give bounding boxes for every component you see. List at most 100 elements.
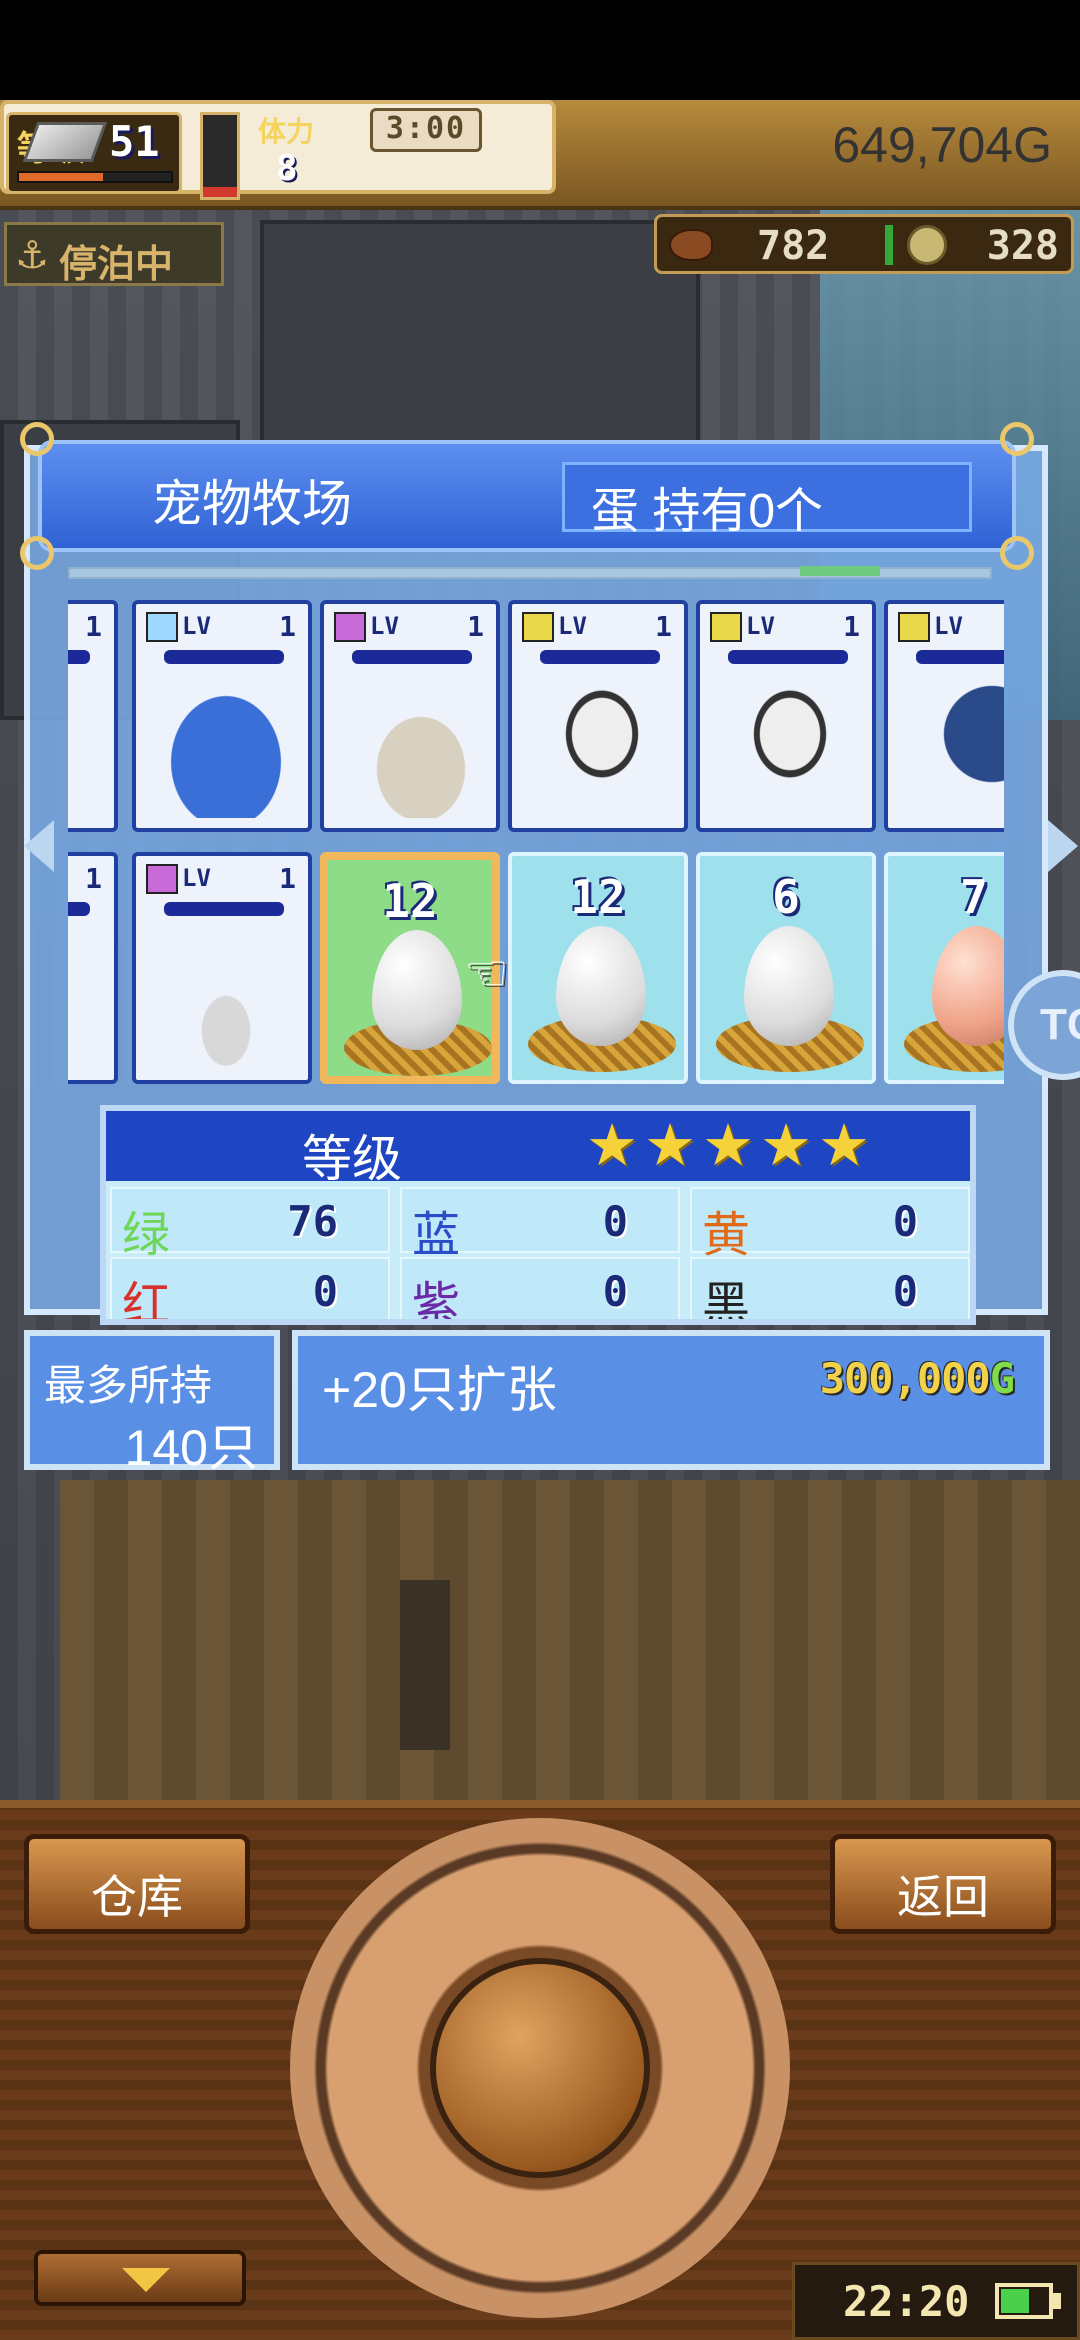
- egg-card[interactable]: 12: [508, 852, 688, 1084]
- scroll-left-arrow[interactable]: [24, 820, 54, 872]
- back-button[interactable]: 返回: [830, 1834, 1056, 1934]
- pet-name-bar: [164, 902, 284, 916]
- level-tag: LV1: [68, 610, 106, 646]
- expand-price-currency: G: [989, 1354, 1015, 1403]
- coin-icon: [907, 225, 947, 265]
- battery-fill: [1001, 2289, 1029, 2313]
- expand-capacity-button[interactable]: +20只扩张 300,000G: [292, 1330, 1050, 1470]
- scroll-right-arrow[interactable]: [1048, 820, 1078, 872]
- white-cat-sprite: [156, 930, 296, 1070]
- pet-card[interactable]: LV1: [508, 600, 688, 832]
- pet-card[interactable]: LV 1: [132, 852, 312, 1084]
- rank-stars: ★ ★ ★ ★ ★: [586, 1115, 870, 1175]
- egg-hatch-days: 12: [570, 870, 626, 924]
- level-abbrev: LV: [370, 612, 399, 640]
- star-icon: ★: [818, 1111, 870, 1179]
- white-spider-sprite: [532, 678, 672, 818]
- timer-text: 3:00: [385, 111, 467, 146]
- stamina-display: 体力 8: [252, 110, 362, 196]
- gold-bar-icon: [22, 122, 108, 162]
- menu-toggle-button[interactable]: [34, 2250, 246, 2306]
- food-count: 782: [757, 223, 830, 269]
- dpad-center-button[interactable]: [430, 1958, 650, 2178]
- purple-element-icon: [146, 864, 178, 894]
- tc-button-label: TC: [1040, 1000, 1080, 1049]
- partial-sprite: [68, 678, 102, 818]
- pet-name-bar: [68, 650, 90, 664]
- level-abbrev: LV: [182, 864, 211, 892]
- stat-cell: 黑0: [690, 1257, 970, 1319]
- battery-tip: [1053, 2293, 1061, 2309]
- stat-value: 0: [602, 1197, 628, 1246]
- egg-card[interactable]: 7: [884, 852, 1004, 1084]
- pet-card[interactable]: LV1: [884, 600, 1004, 832]
- pet-level: 1: [279, 610, 296, 643]
- scroll-thumb[interactable]: [800, 566, 880, 576]
- stat-name: 红: [122, 1279, 171, 1325]
- top-hud: 等级 51 体力 8 3:00 649,704G: [0, 100, 1080, 210]
- pet-level: 1: [279, 862, 296, 895]
- stat-name: 绿: [122, 1209, 171, 1262]
- level-tag: LV 1: [146, 610, 300, 646]
- corner-ornament: [20, 536, 54, 570]
- resource-separator: [885, 225, 893, 265]
- pet-card[interactable]: LV 1: [132, 600, 312, 832]
- xp-bar: [17, 171, 173, 183]
- star-icon: ★: [760, 1111, 812, 1179]
- stat-value: 0: [892, 1197, 918, 1246]
- egg-card[interactable]: 6: [696, 852, 876, 1084]
- capacity-label: 最多所持: [44, 1362, 213, 1409]
- stamina-value: 8: [276, 148, 298, 189]
- ship-mast: [400, 1580, 450, 1750]
- stats-title: 等级: [302, 1131, 402, 1187]
- stat-cell: 绿 76: [110, 1187, 390, 1262]
- egg-count-box: 蛋 持有0个: [562, 462, 972, 538]
- stat-cell: 紫0: [400, 1257, 680, 1319]
- pet-grid: LV1LV1LV1LV1LV1LV1LV1LV1121267: [68, 600, 1004, 1090]
- warehouse-button[interactable]: 仓库: [24, 1834, 250, 1934]
- level-abbrev: LV: [934, 612, 963, 640]
- level-tag: LV1: [710, 610, 864, 646]
- level-tag: LV1: [898, 612, 1004, 646]
- coin-count: 328: [986, 223, 1059, 269]
- pet-name-bar: [916, 650, 1004, 664]
- castle-wall: [260, 220, 700, 460]
- level-abbrev: LV: [182, 612, 211, 640]
- capacity-box: 最多所持 140只: [24, 1330, 280, 1476]
- stat-cell: 红0: [110, 1257, 390, 1325]
- lightning-element-icon: [710, 612, 742, 642]
- egg-icon: [932, 926, 1004, 1046]
- expand-price-value: 300,000: [819, 1354, 991, 1403]
- level-tag: LV1: [68, 862, 106, 898]
- expand-label: +20只扩张: [322, 1362, 557, 1418]
- stamina-bar: [200, 112, 240, 200]
- xp-bar-fill: [19, 173, 103, 181]
- pet-card[interactable]: LV1: [320, 600, 500, 832]
- star-icon: ★: [586, 1111, 638, 1179]
- resource-bar: 782 328: [654, 214, 1074, 274]
- egg-hatch-days: 12: [382, 874, 438, 928]
- level-tag: LV1: [522, 610, 676, 646]
- battery-icon: [995, 2283, 1053, 2319]
- corner-ornament: [1000, 422, 1034, 456]
- pointer-hand-icon: ☜: [464, 944, 509, 1002]
- stat-name: 黄: [702, 1209, 751, 1262]
- stat-value: 76: [287, 1197, 338, 1246]
- chevron-down-icon: [122, 2268, 170, 2292]
- level-tag: LV1: [334, 610, 488, 646]
- egg-count-text: 蛋 持有0个: [591, 485, 824, 538]
- pet-card[interactable]: LV1: [696, 600, 876, 832]
- docked-status-label: 停泊中: [59, 242, 174, 286]
- panel-header: 宠物牧场 蛋 持有0个: [20, 422, 1034, 570]
- purple-element-icon: [334, 612, 366, 642]
- corner-ornament: [20, 422, 54, 456]
- panel-title: 宠物牧场: [152, 476, 352, 532]
- level-abbrev: LV: [746, 612, 775, 640]
- egg-icon: [372, 930, 462, 1050]
- lightning-element-icon: [898, 612, 930, 642]
- rank-stats-table: 等级 ★ ★ ★ ★ ★ 绿 76 蓝 0 黄 0 红 0 紫 0 黑 0: [100, 1105, 976, 1325]
- pet-card[interactable]: LV1: [68, 600, 118, 832]
- pet-level: 1: [85, 610, 102, 643]
- capacity-value: 140只: [124, 1420, 258, 1476]
- pet-card[interactable]: LV1: [68, 852, 118, 1084]
